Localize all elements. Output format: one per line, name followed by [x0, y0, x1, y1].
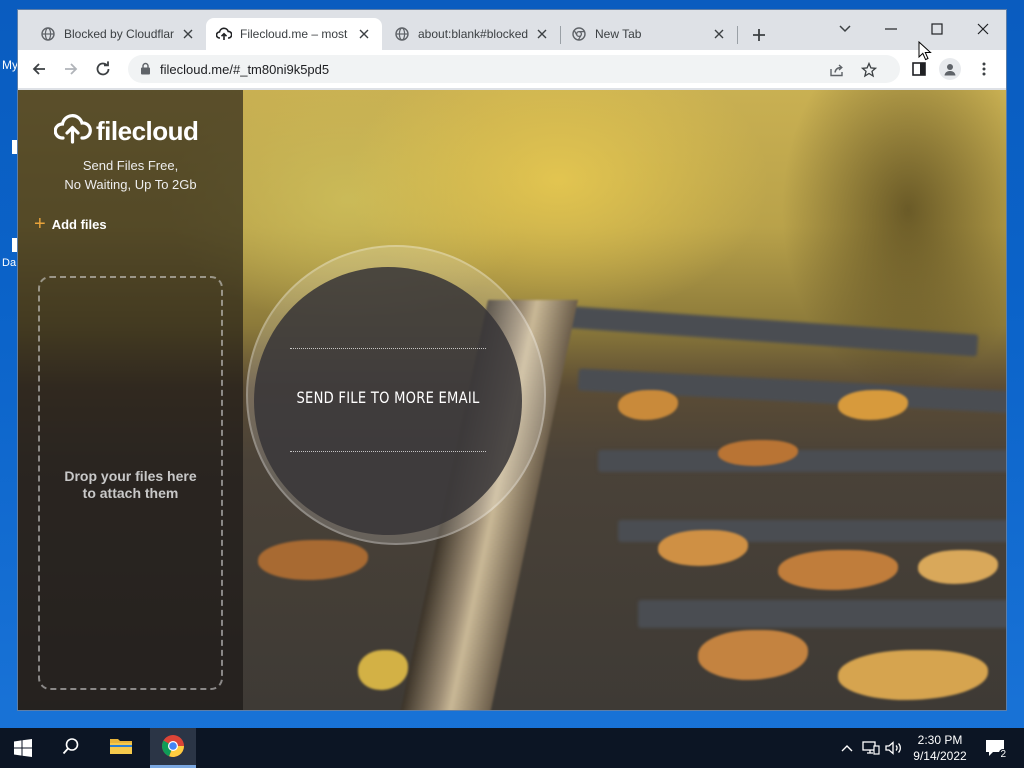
tab-separator — [737, 26, 738, 44]
lock-icon[interactable] — [140, 62, 151, 80]
upload-sidebar: filecloud Send Files Free, No Waiting, U… — [18, 90, 243, 710]
cloud-upload-icon — [216, 26, 232, 42]
close-icon[interactable] — [356, 26, 372, 42]
new-tab-button[interactable] — [748, 24, 770, 46]
menu-kebab-icon[interactable] — [971, 56, 997, 82]
globe-icon — [394, 26, 410, 42]
plus-icon: + — [34, 213, 46, 235]
close-window-button[interactable] — [968, 16, 998, 42]
chrome-icon — [571, 26, 587, 42]
cloud-upload-icon — [53, 114, 92, 149]
close-icon[interactable] — [711, 26, 727, 42]
desktop-icon-label[interactable]: Da — [2, 257, 16, 269]
tab-new-tab[interactable]: New Tab — [561, 18, 737, 50]
close-icon[interactable] — [180, 26, 196, 42]
divider-line — [290, 348, 486, 349]
tab-filecloud[interactable]: Filecloud.me – most s — [206, 18, 382, 50]
back-button[interactable] — [26, 56, 52, 82]
tab-blocked-cloudflare[interactable]: Blocked by Cloudflare — [30, 18, 206, 50]
tab-title: about:blank#blocked — [418, 27, 528, 41]
drop-text-line: to attach them — [82, 485, 179, 501]
url-text[interactable]: filecloud.me/#_tm80ni9k5pd5 — [160, 62, 329, 77]
tab-about-blank[interactable]: about:blank#blocked — [384, 18, 560, 50]
desktop-icon-label[interactable]: My — [2, 58, 18, 72]
start-button[interactable] — [0, 728, 46, 768]
tab-strip: Blocked by Cloudflare Filecloud.me – mos… — [18, 10, 1006, 50]
add-files-button[interactable]: + Add files — [34, 213, 107, 235]
add-files-label: Add files — [51, 216, 107, 232]
minimize-button[interactable] — [876, 16, 906, 42]
address-bar[interactable]: filecloud.me/#_tm80ni9k5pd5 — [128, 55, 900, 83]
divider-line — [290, 451, 486, 452]
notification-icon: 2 — [985, 739, 1007, 760]
clock-date: 9/14/2022 — [913, 749, 967, 763]
send-more-email-label[interactable]: SEND FILE TO MORE EMAIL — [278, 388, 498, 407]
maximize-button[interactable] — [922, 16, 952, 42]
tab-search-button[interactable] — [830, 16, 860, 42]
notification-count: 2 — [999, 749, 1007, 760]
show-hidden-icons-button[interactable] — [838, 728, 856, 768]
bookmark-star-icon[interactable] — [858, 59, 880, 81]
close-icon[interactable] — [534, 26, 550, 42]
taskbar-clock[interactable]: 2:30 PM 9/14/2022 — [900, 732, 980, 764]
chrome-taskbar-button[interactable] — [150, 728, 196, 768]
globe-icon — [40, 26, 56, 42]
notifications-button[interactable]: 2 — [982, 728, 1008, 768]
clock-time: 2:30 PM — [917, 733, 963, 747]
drop-text-line: Drop your files here — [64, 468, 197, 484]
tab-title: Filecloud.me – most s — [240, 27, 350, 41]
drop-zone-text: Drop your files here to attach them — [40, 468, 221, 502]
tagline: Send Files Free, No Waiting, Up To 2Gb — [18, 156, 243, 194]
tab-title: New Tab — [595, 27, 642, 41]
taskbar: 2:30 PM 9/14/2022 2 — [0, 728, 1024, 768]
profile-avatar[interactable] — [939, 58, 961, 80]
tab-title: Blocked by Cloudflare — [64, 27, 174, 41]
search-icon — [62, 737, 80, 760]
file-drop-zone[interactable]: Drop your files here to attach them — [38, 276, 223, 690]
reload-button[interactable] — [90, 56, 116, 82]
search-button[interactable] — [48, 728, 94, 768]
page-content: filecloud Send Files Free, No Waiting, U… — [18, 90, 1006, 710]
logo-text: filecloud — [96, 116, 199, 146]
share-icon[interactable] — [826, 59, 848, 81]
tagline-line: Send Files Free, — [82, 158, 179, 173]
file-explorer-button[interactable] — [98, 728, 144, 768]
network-icon[interactable] — [860, 728, 882, 768]
filecloud-logo[interactable]: filecloud — [53, 114, 199, 149]
chrome-icon — [161, 734, 185, 763]
browser-window: Blocked by Cloudflare Filecloud.me – mos… — [18, 10, 1006, 710]
folder-icon — [109, 736, 133, 761]
browser-toolbar: filecloud.me/#_tm80ni9k5pd5 — [18, 50, 1006, 88]
mouse-cursor-icon — [918, 40, 932, 66]
forward-button[interactable] — [58, 56, 84, 82]
tagline-line: No Waiting, Up To 2Gb — [64, 177, 197, 192]
